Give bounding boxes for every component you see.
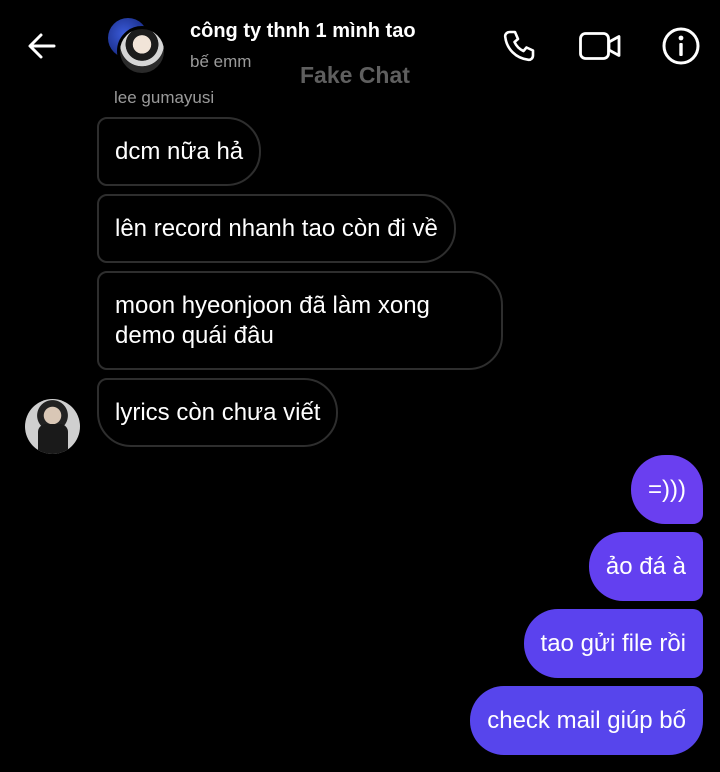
- watermark: Fake Chat: [300, 62, 410, 88]
- message-text: lyrics còn chưa viết: [115, 398, 321, 426]
- contact-avatar[interactable]: [25, 399, 80, 454]
- back-button[interactable]: [22, 26, 62, 66]
- arrow-left-icon: [28, 33, 56, 59]
- message-text: dcm nữa hả: [115, 137, 244, 165]
- incoming-message[interactable]: lyrics còn chưa viết: [97, 378, 339, 447]
- message-text: =))): [648, 475, 686, 503]
- chat-title[interactable]: công ty thnh 1 mình tao: [190, 20, 416, 43]
- outgoing-message[interactable]: =))): [631, 455, 703, 524]
- video-call-button[interactable]: [578, 24, 622, 68]
- avatar-figure: [38, 424, 68, 454]
- outgoing-message[interactable]: ảo đá à: [588, 532, 703, 601]
- incoming-message[interactable]: lên record nhanh tao còn đi về: [97, 194, 456, 263]
- info-icon: [662, 27, 700, 65]
- incoming-message[interactable]: dcm nữa hả: [97, 117, 262, 186]
- phone-icon: [503, 30, 535, 62]
- message-text: moon hyeonjoon đã làm xong demo quái đâu: [115, 291, 430, 349]
- outgoing-message[interactable]: check mail giúp bố: [470, 686, 703, 755]
- incoming-message[interactable]: moon hyeonjoon đã làm xong demo quái đâu: [97, 271, 503, 370]
- outgoing-message[interactable]: tao gửi file rồi: [523, 609, 703, 678]
- info-button[interactable]: [659, 24, 703, 68]
- message-text: check mail giúp bố: [487, 706, 686, 734]
- video-camera-icon: [579, 32, 621, 60]
- chat-header: công ty thnh 1 mình tao bế emm Fake Chat: [0, 0, 720, 92]
- chat-status: bế emm: [190, 52, 252, 71]
- avatar-front: [117, 26, 167, 76]
- group-avatar[interactable]: [106, 16, 167, 76]
- message-text: lên record nhanh tao còn đi về: [115, 214, 438, 242]
- message-text: ảo đá à: [605, 552, 686, 580]
- message-text: tao gửi file rồi: [540, 629, 686, 657]
- sender-name: lee gumayusi: [114, 88, 215, 107]
- call-button[interactable]: [497, 24, 541, 68]
